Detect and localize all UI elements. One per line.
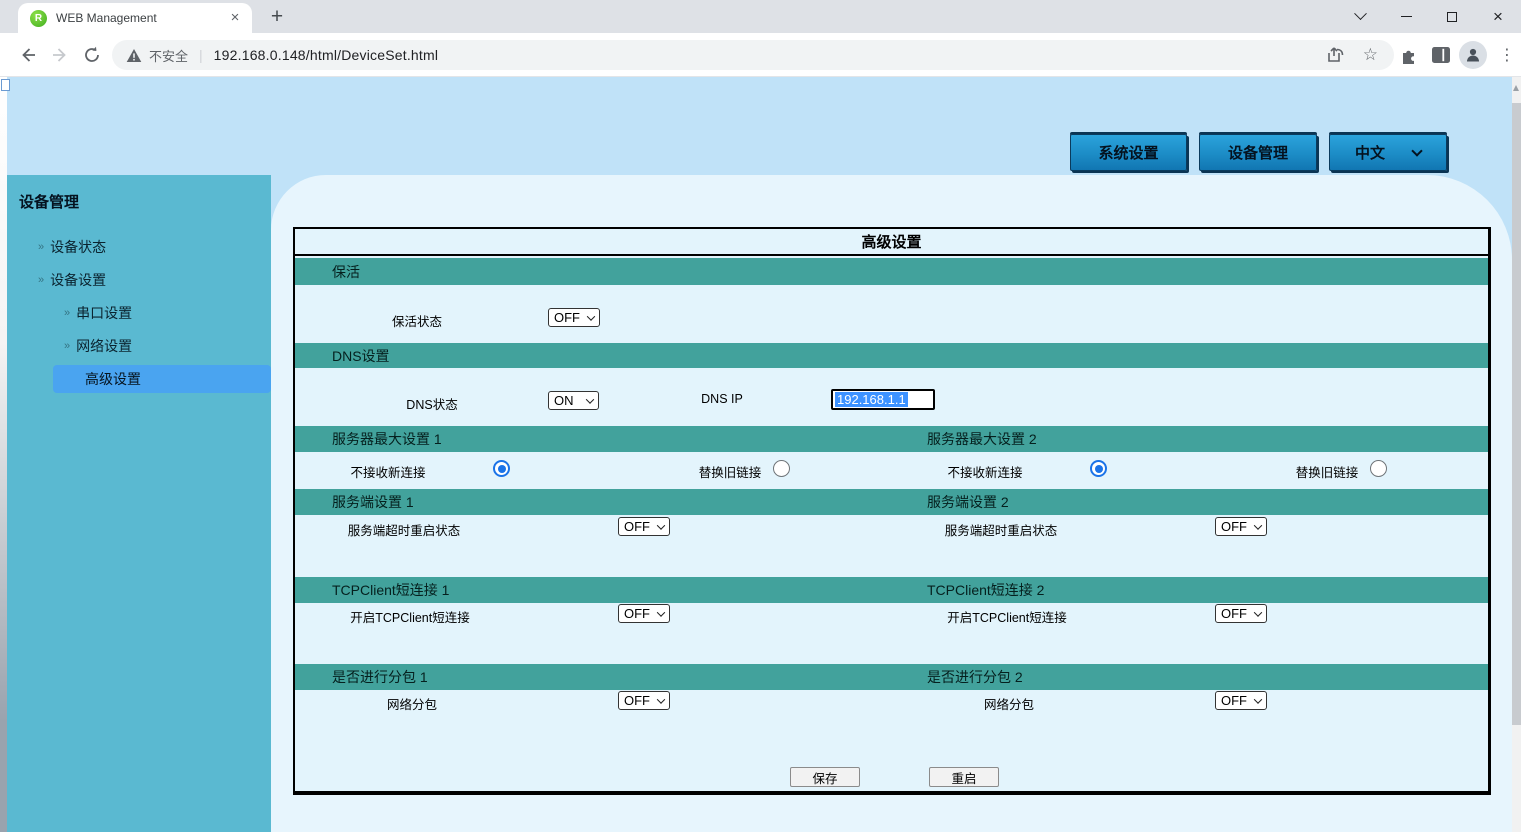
sidebar-item-label: 设备设置 xyxy=(50,270,106,290)
replace-old-link-radio-1[interactable] xyxy=(773,460,790,477)
tcp-short-connection-select-1[interactable]: OFF xyxy=(618,604,670,623)
chevron-down-icon xyxy=(1411,145,1422,156)
arrow-bullet-icon: » xyxy=(64,307,68,319)
select-arrow-icon xyxy=(657,695,665,703)
back-icon[interactable] xyxy=(16,43,40,67)
select-arrow-icon xyxy=(1254,695,1262,703)
sidebar-item-advanced-settings-active[interactable]: 高级设置 xyxy=(53,365,271,393)
sidebar-item-label: 串口设置 xyxy=(76,303,132,323)
sidebar-item-label: 高级设置 xyxy=(85,369,141,389)
tcp-short-connection-select-2[interactable]: OFF xyxy=(1215,604,1267,623)
no-new-connection-radio-1[interactable] xyxy=(493,460,510,477)
side-panel-icon[interactable] xyxy=(1429,43,1453,67)
select-arrow-icon xyxy=(657,608,665,616)
extensions-puzzle-icon[interactable] xyxy=(1397,43,1421,67)
section-header-server-max: 服务器最大设置 1 服务器最大设置 2 xyxy=(295,426,1488,452)
dns-ip-input[interactable]: 192.168.1.1 xyxy=(831,389,935,410)
section-header-keepalive: 保活 xyxy=(295,258,1488,285)
section-header-dns: DNS设置 xyxy=(295,343,1488,368)
bookmark-star-icon[interactable]: ☆ xyxy=(1363,45,1378,65)
browser-toolbar: 不安全 | 192.168.0.148/html/DeviceSet.html … xyxy=(0,33,1521,77)
not-secure-warning-icon xyxy=(126,48,142,63)
tcp-short-connection-label: 开启TCPClient短连接 xyxy=(325,607,495,626)
select-arrow-icon xyxy=(657,521,665,529)
section-header-tcp-client: TCPClient短连接 1 TCPClient短连接 2 xyxy=(295,577,1488,603)
advanced-settings-table: 高级设置 保活 保活状态 OFF DNS设置 DNS状态 ON DNS IP 1… xyxy=(293,227,1491,795)
sidebar-item-label: 网络设置 xyxy=(76,336,132,356)
window-close-button[interactable]: × xyxy=(1475,0,1521,33)
broken-image-artifact xyxy=(1,79,10,91)
language-select[interactable]: 中文 xyxy=(1329,134,1447,171)
network-packet-label: 网络分包 xyxy=(924,694,1094,713)
network-packet-select-1[interactable]: OFF xyxy=(618,691,670,710)
section-header-server: 服务端设置 1 服务端设置 2 xyxy=(295,489,1488,515)
site-favicon: R xyxy=(30,10,47,27)
sidebar-item-network-settings[interactable]: » 网络设置 xyxy=(64,337,132,355)
scrollbar-up-arrow-icon[interactable] xyxy=(1513,85,1519,91)
forward-icon[interactable] xyxy=(48,43,72,67)
server-timeout-restart-label: 服务端超时重启状态 xyxy=(319,520,489,539)
server-timeout-restart-label: 服务端超时重启状态 xyxy=(916,520,1086,539)
not-secure-label[interactable]: 不安全 xyxy=(149,46,188,65)
arrow-bullet-icon: » xyxy=(38,274,42,286)
dns-ip-selected-text: 192.168.1.1 xyxy=(835,392,908,407)
sidebar-item-device-settings[interactable]: » 设备设置 xyxy=(38,271,106,289)
language-select-value: 中文 xyxy=(1355,142,1385,163)
new-tab-button[interactable]: + xyxy=(264,4,290,30)
omnibox-divider: | xyxy=(199,47,203,63)
dns-status-select[interactable]: ON xyxy=(548,391,599,410)
page-content: 系统设置 设备管理 中文 设备管理 » 设备状态 » 设备设置 » 串口设置 »… xyxy=(0,77,1521,835)
sidebar-title: 设备管理 xyxy=(19,191,79,212)
arrow-bullet-icon: » xyxy=(38,241,42,253)
keepalive-status-label: 保活状态 xyxy=(332,311,502,330)
tab-title: WEB Management xyxy=(56,11,226,25)
select-arrow-icon xyxy=(586,395,594,403)
url-text[interactable]: 192.168.0.148/html/DeviceSet.html xyxy=(214,47,1326,63)
section-header-packet-split: 是否进行分包 1 是否进行分包 2 xyxy=(295,664,1488,690)
scrollbar-thumb[interactable] xyxy=(1512,103,1521,725)
select-arrow-icon xyxy=(587,312,595,320)
reload-icon[interactable] xyxy=(80,43,104,67)
server-timeout-select-1[interactable]: OFF xyxy=(618,517,670,536)
browser-tab-bar: R WEB Management × + × xyxy=(0,0,1521,33)
table-title: 高级设置 xyxy=(295,229,1488,256)
no-new-connection-label: 不接收新连接 xyxy=(912,462,1058,481)
replace-old-link-radio-2[interactable] xyxy=(1370,460,1387,477)
no-new-connection-label: 不接收新连接 xyxy=(315,462,461,481)
browser-menu-icon[interactable]: ⋮ xyxy=(1495,43,1519,67)
server-timeout-select-2[interactable]: OFF xyxy=(1215,517,1267,536)
dns-ip-label: DNS IP xyxy=(692,392,752,406)
network-packet-select-2[interactable]: OFF xyxy=(1215,691,1267,710)
keepalive-status-select[interactable]: OFF xyxy=(548,308,600,327)
tab-search-icon[interactable] xyxy=(1337,0,1383,33)
window-maximize-button[interactable] xyxy=(1429,0,1475,33)
share-icon[interactable] xyxy=(1326,46,1345,64)
save-button[interactable]: 保存 xyxy=(790,767,860,787)
restart-button[interactable]: 重启 xyxy=(929,767,999,787)
profile-avatar[interactable] xyxy=(1459,41,1487,69)
window-minimize-button[interactable] xyxy=(1383,0,1429,33)
browser-tab[interactable]: R WEB Management × xyxy=(18,3,252,33)
sidebar-item-serial-settings[interactable]: » 串口设置 xyxy=(64,304,132,322)
tcp-short-connection-label: 开启TCPClient短连接 xyxy=(922,607,1092,626)
dns-status-label: DNS状态 xyxy=(332,394,532,413)
sidebar-item-label: 设备状态 xyxy=(50,237,106,257)
no-new-connection-radio-2[interactable] xyxy=(1090,460,1107,477)
page-scrollbar[interactable] xyxy=(1512,77,1521,835)
network-packet-label: 网络分包 xyxy=(327,694,497,713)
select-arrow-icon xyxy=(1254,521,1262,529)
device-management-button[interactable]: 设备管理 xyxy=(1199,134,1317,171)
address-bar[interactable]: 不安全 | 192.168.0.148/html/DeviceSet.html … xyxy=(112,40,1394,70)
select-arrow-icon xyxy=(1254,608,1262,616)
sidebar-item-device-status[interactable]: » 设备状态 xyxy=(38,238,106,256)
arrow-bullet-icon: » xyxy=(64,340,68,352)
tab-close-icon[interactable]: × xyxy=(226,9,244,27)
system-settings-button[interactable]: 系统设置 xyxy=(1070,134,1187,171)
sidebar: 设备管理 » 设备状态 » 设备设置 » 串口设置 » 网络设置 高级设置 xyxy=(7,175,271,832)
window-left-edge xyxy=(0,77,7,835)
